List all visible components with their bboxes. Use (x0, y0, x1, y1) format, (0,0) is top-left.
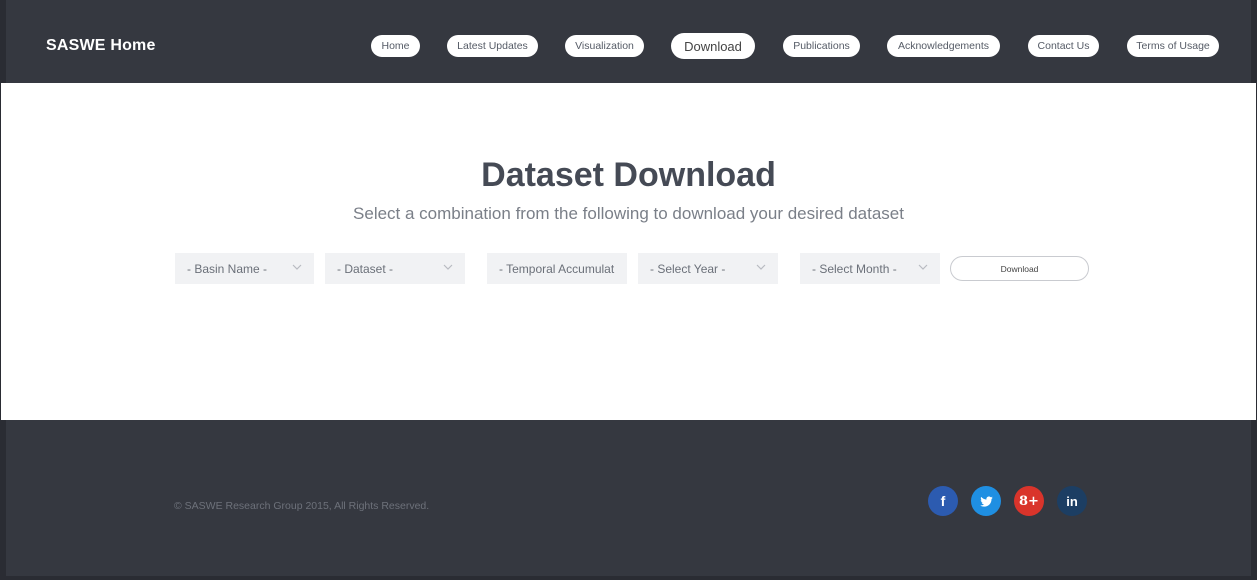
linkedin-icon[interactable]: in (1057, 486, 1087, 516)
basin-select[interactable]: - Basin Name - (175, 253, 314, 284)
download-button[interactable]: Download (950, 256, 1089, 281)
chevron-down-icon (443, 262, 453, 272)
footer: © SASWE Research Group 2015, All Rights … (0, 420, 1257, 580)
temporal-select-value: - Temporal Accumulat (499, 261, 615, 276)
twitter-icon[interactable] (971, 486, 1001, 516)
copyright-text: © SASWE Research Group 2015, All Rights … (174, 500, 430, 512)
nav-contact-us[interactable]: Contact Us (1028, 35, 1099, 57)
page-subtitle: Select a combination from the following … (353, 204, 904, 223)
basin-select-value: - Basin Name - (187, 261, 268, 276)
download-section: Dataset Download Select a combination fr… (6, 83, 1251, 420)
temporal-accumulation-select[interactable]: - Temporal Accumulat (487, 253, 627, 284)
google-plus-icon[interactable]: 8+ (1014, 486, 1044, 516)
nav-visualization[interactable]: Visualization (565, 35, 644, 57)
month-select-value: - Select Month - (812, 261, 897, 276)
chevron-down-icon (918, 262, 928, 272)
facebook-icon[interactable]: f (928, 486, 958, 516)
page-title: Dataset Download (481, 156, 776, 194)
nav-home[interactable]: Home (371, 35, 420, 57)
chevron-down-icon (292, 262, 302, 272)
dataset-select[interactable]: - Dataset - (325, 253, 465, 284)
nav-terms-of-usage[interactable]: Terms of Usage (1127, 35, 1219, 57)
nav-publications[interactable]: Publications (783, 35, 860, 57)
brand-link[interactable]: SASWE Home (46, 37, 156, 55)
year-select[interactable]: - Select Year - (638, 253, 778, 284)
nav-latest-updates[interactable]: Latest Updates (447, 35, 538, 57)
top-navbar: SASWE Home Home Latest Updates Visualiza… (0, 0, 1257, 83)
chevron-down-icon (756, 262, 766, 272)
month-select[interactable]: - Select Month - (800, 253, 940, 284)
year-select-value: - Select Year - (650, 261, 726, 276)
nav-download[interactable]: Download (671, 33, 755, 59)
nav-acknowledgements[interactable]: Acknowledgements (887, 35, 1000, 57)
dataset-select-value: - Dataset - (337, 261, 394, 276)
